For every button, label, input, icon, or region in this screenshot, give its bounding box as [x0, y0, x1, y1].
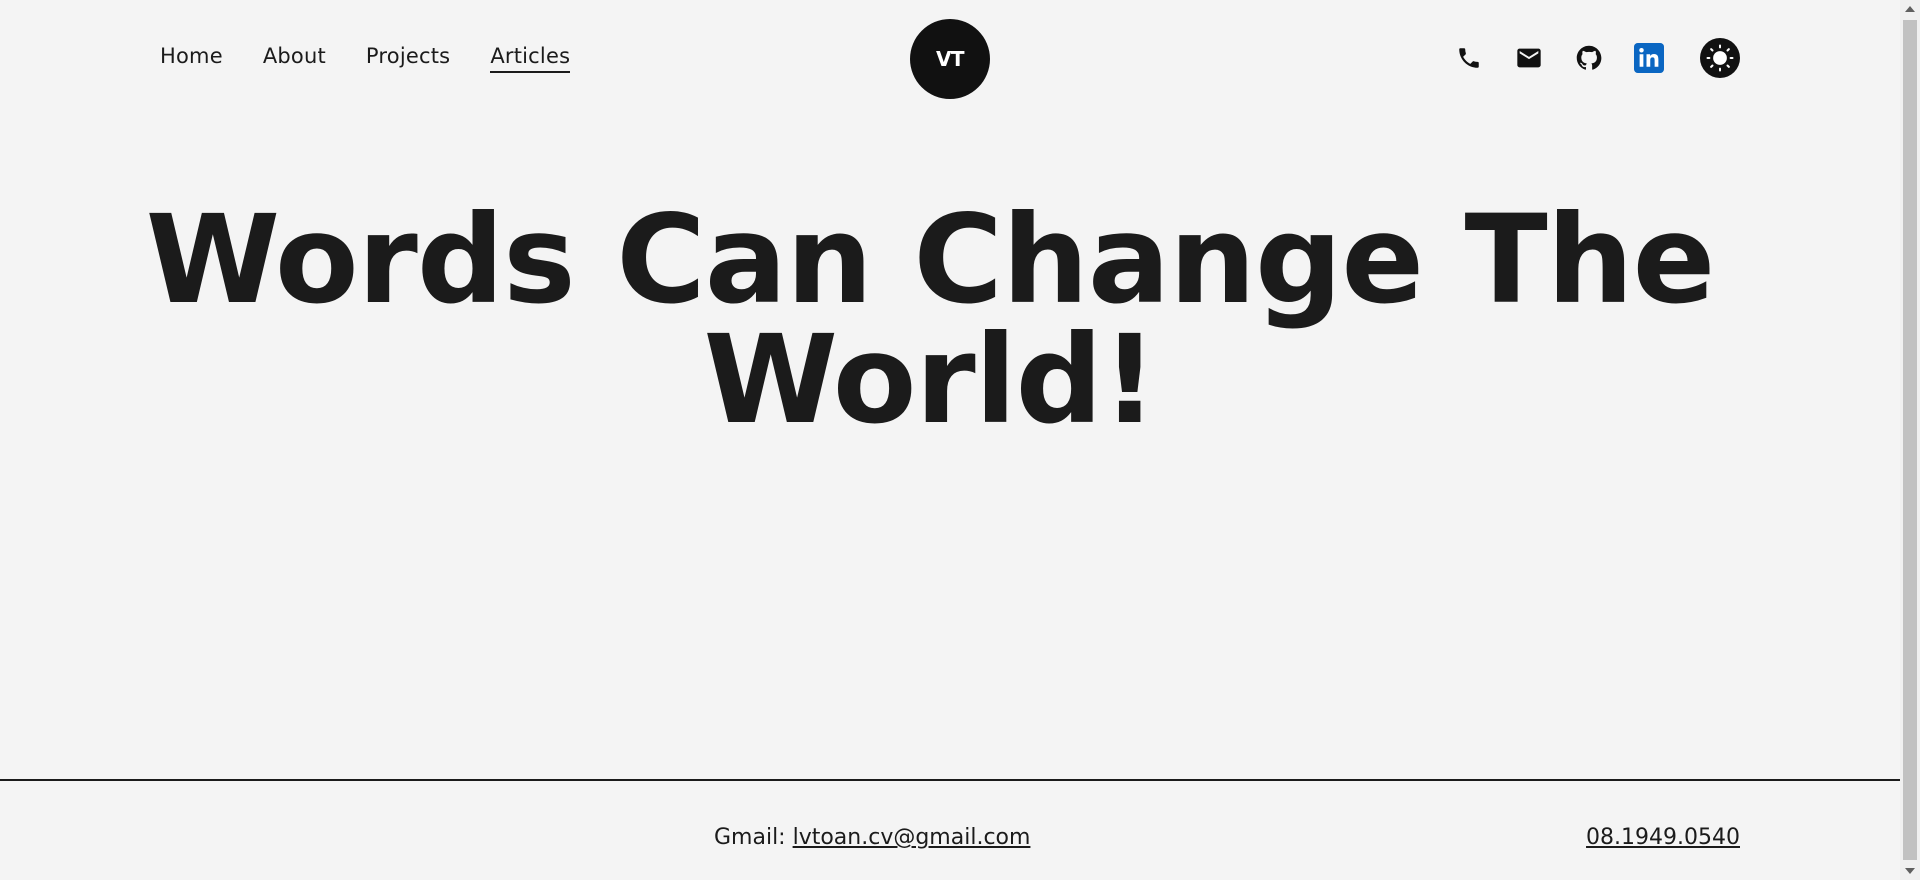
phone-link[interactable]: 08.1949.0540: [1586, 825, 1740, 850]
theme-toggle-icon[interactable]: [1700, 38, 1740, 78]
site-header: Home About Projects Articles VT: [0, 0, 1900, 118]
nav-about[interactable]: About: [263, 44, 326, 73]
hero-line-2: World!: [703, 309, 1158, 451]
hero-heading: Words Can Change The World!: [0, 199, 1900, 441]
scrollbar-thumb[interactable]: [1903, 20, 1917, 860]
social-links: [1454, 38, 1740, 78]
hero-section: Words Can Change The World!: [0, 199, 1900, 441]
github-icon[interactable]: [1574, 43, 1604, 73]
vertical-scrollbar[interactable]: [1900, 0, 1920, 880]
scroll-up-arrow[interactable]: [1905, 6, 1915, 12]
nav-home[interactable]: Home: [160, 44, 223, 73]
phone-icon[interactable]: [1454, 43, 1484, 73]
nav-articles[interactable]: Articles: [490, 44, 571, 73]
footer-divider: [0, 779, 1900, 781]
logo-vt[interactable]: VT: [910, 19, 990, 99]
footer-gmail: Gmail: lvtoan.cv@gmail.com: [714, 825, 1030, 850]
gmail-label: Gmail:: [714, 825, 793, 850]
main-nav: Home About Projects Articles: [160, 44, 571, 73]
nav-projects[interactable]: Projects: [366, 44, 450, 73]
page: Home About Projects Articles VT Words Ca…: [0, 0, 1900, 880]
gmail-link[interactable]: lvtoan.cv@gmail.com: [793, 825, 1031, 850]
linkedin-icon[interactable]: [1634, 43, 1664, 73]
mail-icon[interactable]: [1514, 43, 1544, 73]
scroll-down-arrow[interactable]: [1905, 868, 1915, 874]
